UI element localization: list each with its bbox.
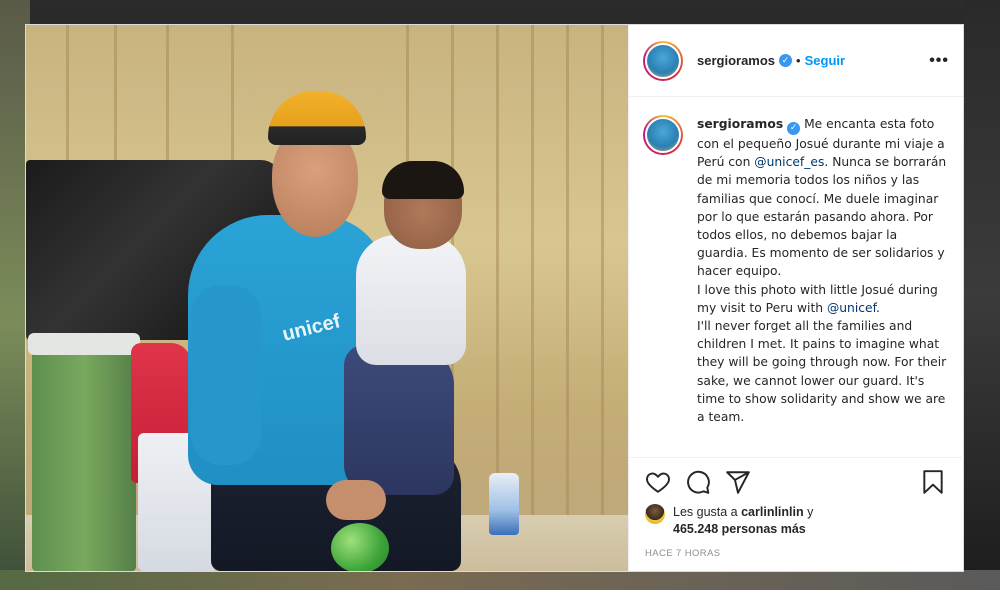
green-ball [331,523,389,571]
comment-icon[interactable] [685,469,711,495]
instagram-post: unicef sergioramos ✓ • Seguir ••• sergio… [25,24,964,572]
liker-avatar[interactable] [645,504,665,524]
likes-text: Les gusta a carlinlinlin y 465.248 perso… [673,504,813,538]
bookmark-icon[interactable] [920,469,946,495]
likes-middle: y [803,505,814,519]
mention-link-unicef-es[interactable]: @unicef_es [754,155,824,169]
post-photo[interactable]: unicef [26,25,628,571]
caption-text: sergioramos ✓ Me encanta esta foto con el… [697,115,947,457]
caption-body-2: . Nunca se borrarán de mi memoria todos … [697,155,947,315]
caption-username[interactable]: sergioramos [697,117,783,131]
background-blur-right [964,0,1000,590]
background-blur-bottom [0,570,1000,590]
post-sidebar: sergioramos ✓ • Seguir ••• sergioramos ✓ … [628,25,963,571]
post-header: sergioramos ✓ • Seguir ••• [629,25,963,97]
child-hair [382,161,464,199]
child-legs [344,345,454,495]
share-icon[interactable] [725,469,751,495]
liker-username[interactable]: carlinlinlin [741,505,804,519]
detergent-bottle [489,473,519,535]
yellow-cap [268,91,366,145]
profile-avatar[interactable] [643,40,683,81]
username-link[interactable]: sergioramos [697,53,775,68]
caption-avatar[interactable] [643,115,683,155]
bucket-lid [28,333,140,355]
caption-area: sergioramos ✓ Me encanta esta foto con el… [629,97,962,457]
child-foot [326,480,386,520]
caption-body-3: . I'll never forget all the families and… [697,300,947,425]
post-timestamp[interactable]: HACE 7 HORAS [645,548,946,559]
separator-dot: • [796,53,801,68]
more-options-icon[interactable]: ••• [929,52,949,70]
follow-button[interactable]: Seguir [805,53,845,68]
likes-summary: Les gusta a carlinlinlin y 465.248 perso… [645,504,946,538]
verified-badge-icon: ✓ [779,54,793,67]
man-arm [191,285,261,465]
likes-prefix: Les gusta a [673,505,742,519]
likes-count[interactable]: 465.248 personas más [673,522,806,536]
actions-section: Les gusta a carlinlinlin y 465.248 perso… [629,457,962,571]
mention-link-unicef[interactable]: @unicef [827,301,876,315]
verified-badge-icon: ✓ [787,122,801,135]
action-bar [645,468,946,496]
green-bucket [32,339,136,571]
child-body [356,235,466,365]
heart-icon[interactable] [645,469,671,495]
